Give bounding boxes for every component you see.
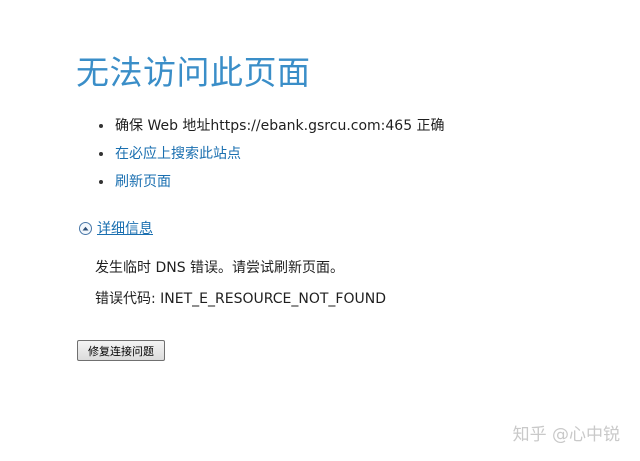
details-toggle[interactable]: 详细信息 (79, 218, 153, 238)
fix-connection-button[interactable]: 修复连接问题 (77, 340, 165, 361)
dns-error-message: 发生临时 DNS 错误。请尝试刷新页面。 (95, 260, 345, 276)
error-page: 无法访问此页面 确保 Web 地址https://ebank.gsrcu.com… (0, 0, 640, 461)
list-item-refresh[interactable]: 刷新页面 (99, 168, 445, 196)
bullet-dot-icon (99, 152, 103, 156)
list-item-search-bing[interactable]: 在必应上搜索此站点 (99, 140, 445, 168)
bullet-dot-icon (99, 180, 103, 184)
bullet-dot-icon (99, 124, 103, 128)
collapse-up-icon[interactable] (79, 221, 92, 235)
check-address-text: 确保 Web 地址https://ebank.gsrcu.com:465 正确 (115, 118, 445, 134)
page-title: 无法访问此页面 (76, 53, 311, 92)
error-code: 错误代码: INET_E_RESOURCE_NOT_FOUND (95, 291, 387, 307)
details-link[interactable]: 详细信息 (97, 218, 153, 238)
list-item-check-address: 确保 Web 地址https://ebank.gsrcu.com:465 正确 (99, 112, 445, 140)
watermark: 知乎 @心中锐 (512, 425, 620, 445)
refresh-page-link[interactable]: 刷新页面 (115, 171, 171, 193)
search-bing-link[interactable]: 在必应上搜索此站点 (115, 143, 241, 165)
suggestion-list: 确保 Web 地址https://ebank.gsrcu.com:465 正确 … (99, 112, 445, 196)
